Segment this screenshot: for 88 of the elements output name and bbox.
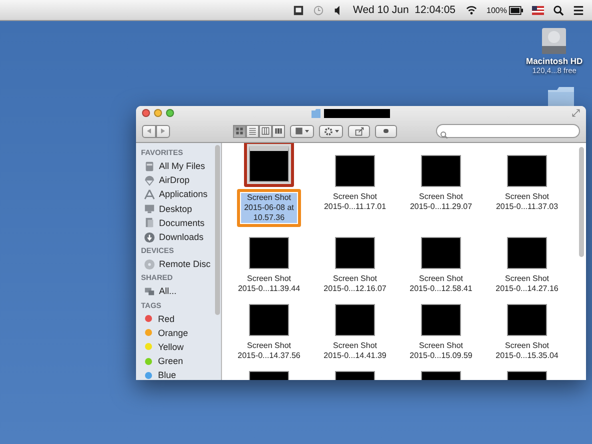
sidebar-item[interactable]: Green <box>158 356 184 366</box>
list-icon <box>248 127 257 135</box>
fullscreen-icon <box>572 109 580 117</box>
screenshot-thumbnail[interactable] <box>421 155 461 187</box>
disc-icon <box>144 258 155 270</box>
clock-icon <box>312 4 324 16</box>
redaction-bar <box>324 109 390 118</box>
file-name[interactable]: Screen Shot 2015-0...15.35.04 <box>495 341 559 361</box>
file-name[interactable]: Screen Shot 2015-0...14.41.39 <box>323 341 387 361</box>
arrange-button[interactable] <box>290 124 314 138</box>
close-button[interactable] <box>142 109 150 117</box>
zoom-button[interactable] <box>166 109 174 117</box>
battery-icon <box>509 6 523 14</box>
sidebar-item[interactable]: Applications <box>159 189 208 200</box>
sidebar-item[interactable]: Red <box>158 314 175 324</box>
document-icon <box>144 217 155 228</box>
file-name[interactable]: Screen Shot 2015-0...15.09.59 <box>409 341 473 361</box>
share-icon <box>354 126 364 136</box>
screenshot-thumbnail[interactable] <box>249 304 289 336</box>
sidebar-item[interactable]: All My Files <box>159 161 206 172</box>
menu-clock[interactable]: Wed 10 Jun 12:04:05 <box>352 4 456 16</box>
view-mode-button[interactable] <box>272 124 285 138</box>
screenshot-thumbnail[interactable] <box>335 237 375 269</box>
folder-icon[interactable] <box>546 86 576 106</box>
view-mode-button[interactable] <box>259 124 272 138</box>
back-icon <box>146 128 152 134</box>
view-mode-button[interactable] <box>246 124 259 138</box>
battery-percent[interactable]: 100% <box>486 6 507 14</box>
caret-icon <box>334 129 338 133</box>
computer-icon <box>144 286 155 297</box>
screenshot-thumbnail[interactable] <box>421 304 461 336</box>
screenshot-thumbnail[interactable] <box>507 304 547 336</box>
file-name[interactable]: Screen Shot 2015-0...11.37.03 <box>495 192 559 212</box>
sidebar-item[interactable]: Remote Disc <box>159 259 211 270</box>
sidebar-item[interactable]: All... <box>159 286 177 296</box>
grid-icon <box>235 127 244 135</box>
share-button[interactable] <box>348 124 370 138</box>
folder-icon <box>311 109 321 118</box>
screenshot-thumbnail[interactable] <box>507 155 547 187</box>
tag-icon <box>381 128 391 134</box>
file-name[interactable]: Screen Shot 2015-0...14.37.56 <box>237 341 301 361</box>
file-name[interactable]: Screen Shot 2015-0...11.17.01 <box>323 192 387 212</box>
monitor-icon <box>144 203 155 214</box>
sidebar-item[interactable]: AirDrop <box>159 175 190 186</box>
grid-icon <box>295 127 303 135</box>
scrollbar-thumb[interactable] <box>579 147 584 257</box>
sidebar-item[interactable]: Downloads <box>159 232 204 242</box>
sidebar-item[interactable]: Documents <box>159 218 205 228</box>
minimize-button[interactable] <box>154 109 162 117</box>
screenshot-thumbnail[interactable] <box>507 237 547 269</box>
forward-icon <box>160 128 166 134</box>
sidebar-item[interactable]: Desktop <box>159 204 192 214</box>
file-name[interactable]: Screen Shot 2015-0...12.58.41 <box>409 274 473 294</box>
search-icon <box>440 131 448 139</box>
search-icon <box>553 4 564 16</box>
view-mode-button[interactable] <box>233 124 246 138</box>
flag-icon <box>532 6 544 14</box>
caret-icon <box>305 129 309 133</box>
screenshot-thumbnail[interactable] <box>335 304 375 336</box>
sidebar-item[interactable]: Orange <box>158 328 188 338</box>
sidebar-item[interactable]: Blue <box>158 370 176 380</box>
file-name[interactable]: Screen Shot 2015-0...11.29.07 <box>409 192 473 212</box>
columns-icon <box>261 127 270 135</box>
action-button[interactable] <box>319 124 343 138</box>
screenshot-thumbnail[interactable] <box>335 155 375 187</box>
screenshot-thumbnail[interactable] <box>421 237 461 269</box>
forward-button[interactable] <box>156 124 170 138</box>
file-name[interactable]: Screen Shot 2015-0...12.16.07 <box>323 274 387 294</box>
tag-button[interactable] <box>375 124 397 138</box>
download-icon <box>144 232 155 243</box>
gear-icon <box>324 126 332 136</box>
back-button[interactable] <box>142 124 156 138</box>
file-cabinet-icon <box>144 160 155 172</box>
menu-icon <box>573 4 584 16</box>
parachute-icon <box>144 174 155 186</box>
file-name[interactable]: Screen Shot 2015-0...14.27.16 <box>495 274 559 294</box>
sidebar-item[interactable]: Yellow <box>158 342 184 352</box>
screenshot-thumbnail[interactable] <box>249 237 289 269</box>
cover-flow-icon <box>274 127 283 135</box>
screen-icon <box>292 4 304 16</box>
wifi-icon <box>464 4 478 16</box>
disk-name: Macintosh HD <box>526 56 583 66</box>
hard-drive-icon[interactable] <box>540 26 568 56</box>
search-field[interactable] <box>436 124 580 138</box>
scrollbar-thumb[interactable] <box>215 145 220 315</box>
file-name[interactable]: Screen Shot 2015-06-08 at 10.57.36 <box>241 193 297 223</box>
file-name[interactable]: Screen Shot 2015-0...11.39.44 <box>237 274 301 294</box>
compass-ruler-icon <box>144 188 155 200</box>
